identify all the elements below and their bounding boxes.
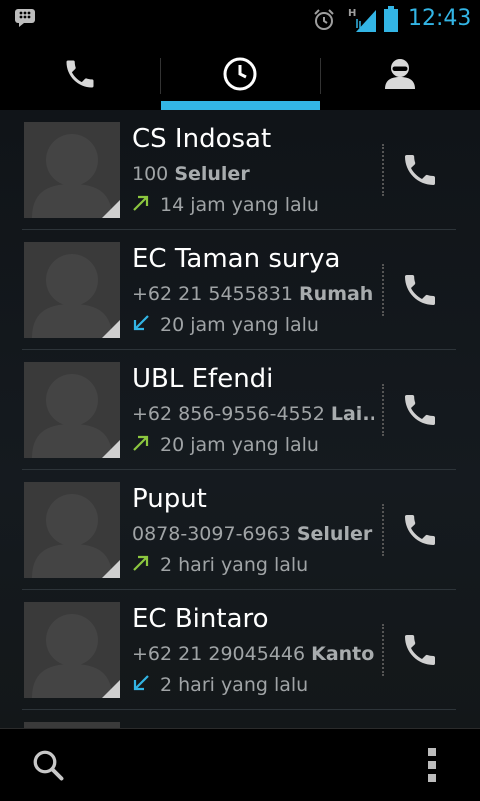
signal-icon: H bbox=[348, 8, 376, 32]
phone-number: +62 21 5455831 bbox=[132, 283, 293, 305]
default-avatar-icon bbox=[24, 362, 120, 458]
phone-icon bbox=[405, 395, 435, 425]
phone-number: 100 bbox=[132, 163, 169, 185]
call-log-item[interactable]: EC Taman surya +62 21 5455831 Rumah 20 j… bbox=[0, 230, 480, 350]
default-avatar-icon bbox=[24, 602, 120, 698]
contact-photo-placeholder[interactable] bbox=[24, 122, 120, 218]
call-log-list[interactable]: CS Indosat 100 Seluler 14 jam yang lalu … bbox=[0, 110, 480, 728]
call-log-item[interactable]: Puput 0878-3097-6963 Seluler 2 hari yang… bbox=[0, 470, 480, 590]
contact-number: +62 856-9556-4552 Lai.. bbox=[132, 403, 374, 425]
contacts-icon bbox=[385, 59, 415, 89]
call-button[interactable] bbox=[384, 374, 456, 446]
incoming-call-icon bbox=[133, 675, 149, 691]
contact-name: EC Taman surya bbox=[132, 244, 341, 274]
tab-dialer[interactable] bbox=[0, 38, 160, 110]
phone-number: 0878-3097-6963 bbox=[132, 523, 291, 545]
blackberry-messenger-icon bbox=[15, 9, 35, 27]
contact-number: +62 21 29045446 Kantor bbox=[132, 643, 374, 665]
phone-icon bbox=[405, 515, 435, 545]
contact-name: EC Bintaro bbox=[132, 604, 269, 634]
svg-text:H: H bbox=[348, 8, 356, 19]
contact-photo-placeholder[interactable] bbox=[24, 602, 120, 698]
incoming-call-icon bbox=[133, 315, 149, 331]
call-time: 2 hari yang lalu bbox=[160, 674, 309, 696]
status-bar: H 12:43 bbox=[0, 0, 480, 38]
number-type-label: Seluler bbox=[174, 163, 250, 185]
outgoing-call-icon bbox=[133, 195, 149, 211]
call-button[interactable] bbox=[384, 494, 456, 566]
number-type-label: Kantor bbox=[311, 643, 374, 665]
call-log-item[interactable]: CS Indosat 100 Seluler 14 jam yang lalu bbox=[0, 110, 480, 230]
alarm-icon bbox=[314, 9, 334, 30]
contact-photo-placeholder[interactable] bbox=[24, 362, 120, 458]
phone-icon bbox=[405, 635, 435, 665]
call-log-item[interactable] bbox=[0, 710, 480, 728]
overflow-menu-icon bbox=[428, 748, 436, 782]
tab-contacts[interactable] bbox=[320, 38, 480, 110]
status-clock: 12:43 bbox=[408, 6, 472, 31]
call-time: 20 jam yang lalu bbox=[160, 434, 319, 456]
contact-name: Puput bbox=[132, 484, 207, 514]
search-icon bbox=[33, 750, 64, 781]
phone-icon bbox=[66, 60, 94, 88]
tab-selected-indicator bbox=[161, 101, 320, 110]
call-button[interactable] bbox=[384, 254, 456, 326]
contact-number: 100 Seluler bbox=[132, 163, 374, 185]
contact-number: 0878-3097-6963 Seluler bbox=[132, 523, 374, 545]
search-button[interactable] bbox=[16, 737, 80, 793]
number-type-label: Seluler bbox=[296, 523, 373, 545]
phone-icon bbox=[405, 155, 435, 185]
call-log-item[interactable]: EC Bintaro +62 21 29045446 Kantor 2 hari… bbox=[0, 590, 480, 710]
outgoing-call-icon bbox=[133, 555, 149, 571]
battery-icon bbox=[384, 6, 398, 32]
default-avatar-icon bbox=[24, 122, 120, 218]
outgoing-call-icon bbox=[133, 435, 149, 451]
call-time: 2 hari yang lalu bbox=[160, 554, 309, 576]
contact-photo-placeholder[interactable] bbox=[24, 242, 120, 338]
recent-calls-icon bbox=[223, 57, 257, 91]
call-log-item[interactable]: UBL Efendi +62 856-9556-4552 Lai.. 20 ja… bbox=[0, 350, 480, 470]
tab-call-log[interactable] bbox=[160, 38, 320, 110]
phone-icon bbox=[405, 275, 435, 305]
call-time: 14 jam yang lalu bbox=[160, 194, 319, 216]
contact-number: +62 21 5455831 Rumah bbox=[132, 283, 374, 305]
number-type-label: Lai.. bbox=[330, 403, 374, 425]
contact-photo-placeholder[interactable] bbox=[24, 482, 120, 578]
call-time: 20 jam yang lalu bbox=[160, 314, 319, 336]
contact-name: CS Indosat bbox=[132, 124, 272, 154]
contact-name: UBL Efendi bbox=[132, 364, 274, 394]
default-avatar-icon bbox=[24, 482, 120, 578]
call-button[interactable] bbox=[384, 134, 456, 206]
bottom-action-bar bbox=[0, 728, 480, 801]
number-type-label: Rumah bbox=[299, 283, 374, 305]
call-button[interactable] bbox=[384, 614, 456, 686]
phone-number: +62 21 29045446 bbox=[132, 643, 306, 665]
phone-number: +62 856-9556-4552 bbox=[132, 403, 325, 425]
default-avatar-icon bbox=[24, 242, 120, 338]
overflow-menu-button[interactable] bbox=[408, 737, 456, 793]
